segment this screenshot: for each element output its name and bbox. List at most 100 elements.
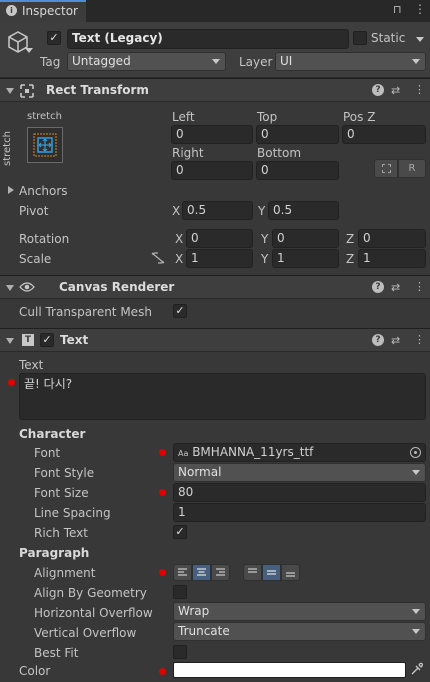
dashed-square-icon — [382, 164, 391, 173]
scale-y-field[interactable]: 1 — [272, 249, 339, 268]
static-checkbox[interactable] — [353, 31, 367, 45]
font-label: Font — [34, 446, 61, 460]
kebab-menu-icon[interactable]: ⋮ — [414, 83, 425, 96]
constrain-proportions-icon[interactable] — [151, 252, 165, 264]
help-icon[interactable]: ? — [372, 281, 384, 293]
help-icon[interactable]: ? — [372, 334, 384, 346]
object-picker-icon[interactable] — [410, 447, 421, 458]
bottom-field[interactable]: 0 — [256, 161, 339, 180]
pivot-label: Pivot — [19, 204, 49, 218]
right-field[interactable]: 0 — [171, 161, 253, 180]
align-center-icon — [197, 568, 206, 576]
anchor-stretch-icon — [33, 133, 57, 157]
presets-icon[interactable]: ⇄ — [391, 84, 400, 97]
anchors-fold-icon[interactable] — [8, 186, 14, 194]
align-left-button[interactable] — [173, 564, 192, 581]
override-indicator — [8, 379, 15, 386]
rect-transform-icon — [20, 84, 34, 98]
text-component-icon: T — [22, 334, 34, 346]
lock-icon[interactable]: ⊓ — [393, 3, 402, 16]
layer-dropdown[interactable]: UI — [275, 52, 426, 71]
align-center-button[interactable] — [192, 564, 211, 581]
cube-dropdown-icon[interactable] — [25, 48, 33, 53]
kebab-menu-icon[interactable]: ⋮ — [414, 2, 426, 16]
anchor-presets-button[interactable] — [27, 127, 63, 163]
canvas-renderer-header[interactable]: Canvas Renderer ? ⇄ ⋮ — [0, 275, 430, 299]
anchor-side-label: stretch — [2, 131, 13, 166]
kebab-menu-icon[interactable]: ⋮ — [414, 333, 425, 346]
align-right-button[interactable] — [211, 564, 230, 581]
posz-label: Pos Z — [343, 110, 376, 124]
override-indicator — [159, 489, 166, 496]
info-icon: i — [6, 5, 17, 16]
rect-transform-title: Rect Transform — [46, 83, 149, 97]
tag-value: Untagged — [72, 54, 131, 68]
fold-arrow-icon[interactable] — [6, 285, 14, 291]
rotation-x-field[interactable]: 0 — [186, 229, 253, 248]
pivot-x-axis: X — [172, 204, 181, 218]
canvas-renderer-title: Canvas Renderer — [59, 280, 175, 294]
horizontal-overflow-dropdown[interactable]: Wrap — [173, 602, 426, 621]
cull-transparent-mesh-checkbox[interactable]: ✓ — [173, 304, 187, 318]
align-bottom-button[interactable] — [281, 564, 300, 581]
align-bottom-icon — [286, 572, 295, 577]
align-right-icon — [216, 568, 225, 576]
line-spacing-label: Line Spacing — [34, 506, 111, 520]
presets-icon[interactable]: ⇄ — [391, 334, 400, 347]
vertical-overflow-dropdown[interactable]: Truncate — [173, 622, 426, 641]
help-icon[interactable]: ? — [372, 84, 384, 96]
active-checkbox[interactable]: ✓ — [47, 31, 61, 45]
align-by-geometry-label: Align By Geometry — [34, 586, 147, 600]
pivot-y-field[interactable]: 0.5 — [268, 201, 339, 220]
tab-label: Inspector — [22, 4, 78, 18]
right-label: Right — [172, 146, 204, 160]
object-name-field[interactable]: Text (Legacy) — [67, 29, 349, 49]
cull-transparent-mesh-label: Cull Transparent Mesh — [19, 305, 152, 319]
raw-edit-button[interactable]: R — [398, 159, 426, 178]
anchor-top-label: stretch — [27, 111, 62, 122]
align-by-geometry-checkbox[interactable] — [173, 585, 187, 599]
scale-z-field[interactable]: 1 — [358, 249, 426, 268]
color-swatch[interactable] — [173, 662, 406, 678]
pivot-x-field[interactable]: 0.5 — [182, 201, 253, 220]
align-left-icon — [178, 568, 187, 576]
tab-inspector[interactable]: i Inspector — [0, 0, 86, 22]
rot-z-axis: Z — [346, 232, 355, 246]
kebab-menu-icon[interactable]: ⋮ — [414, 280, 425, 293]
alignment-label: Alignment — [34, 566, 96, 580]
font-size-field[interactable]: 80 — [173, 483, 426, 502]
line-spacing-field[interactable]: 1 — [173, 503, 426, 522]
vertical-overflow-label: Vertical Overflow — [34, 626, 137, 640]
best-fit-checkbox[interactable] — [173, 645, 187, 659]
override-indicator — [159, 668, 166, 675]
presets-icon[interactable]: ⇄ — [391, 281, 400, 294]
scale-x-axis: X — [175, 252, 184, 266]
static-dropdown-icon[interactable] — [416, 37, 424, 42]
rotation-y-field[interactable]: 0 — [272, 229, 339, 248]
align-top-button[interactable] — [243, 564, 262, 581]
horizontal-overflow-value: Wrap — [178, 604, 210, 618]
blueprint-mode-button[interactable] — [374, 159, 398, 178]
posz-field[interactable]: 0 — [342, 125, 426, 144]
text-area[interactable]: 끝! 다시? — [19, 373, 426, 420]
scale-x-field[interactable]: 1 — [186, 249, 253, 268]
rect-transform-header[interactable]: Rect Transform ? ⇄ ⋮ — [0, 78, 430, 102]
paragraph-section-title: Paragraph — [19, 546, 90, 560]
fold-arrow-icon[interactable] — [6, 88, 14, 94]
fold-arrow-icon[interactable] — [6, 338, 14, 344]
rotation-z-field[interactable]: 0 — [358, 229, 426, 248]
text-enabled-checkbox[interactable]: ✓ — [40, 333, 54, 347]
color-label: Color — [19, 664, 51, 678]
tag-dropdown[interactable]: Untagged — [67, 52, 226, 71]
scale-z-axis: Z — [346, 252, 355, 266]
anchors-label[interactable]: Anchors — [19, 184, 68, 198]
align-middle-button[interactable] — [262, 564, 281, 581]
align-top-icon — [248, 568, 257, 573]
font-style-dropdown[interactable]: Normal — [173, 463, 426, 482]
left-field[interactable]: 0 — [171, 125, 253, 144]
rich-text-checkbox[interactable]: ✓ — [173, 525, 187, 539]
text-component-header[interactable]: T ✓ Text ? ⇄ ⋮ — [0, 328, 430, 352]
font-field[interactable]: Aa BMHANNA_11yrs_ttf — [173, 443, 426, 462]
top-field[interactable]: 0 — [256, 125, 339, 144]
eyedropper-icon[interactable] — [410, 662, 424, 676]
